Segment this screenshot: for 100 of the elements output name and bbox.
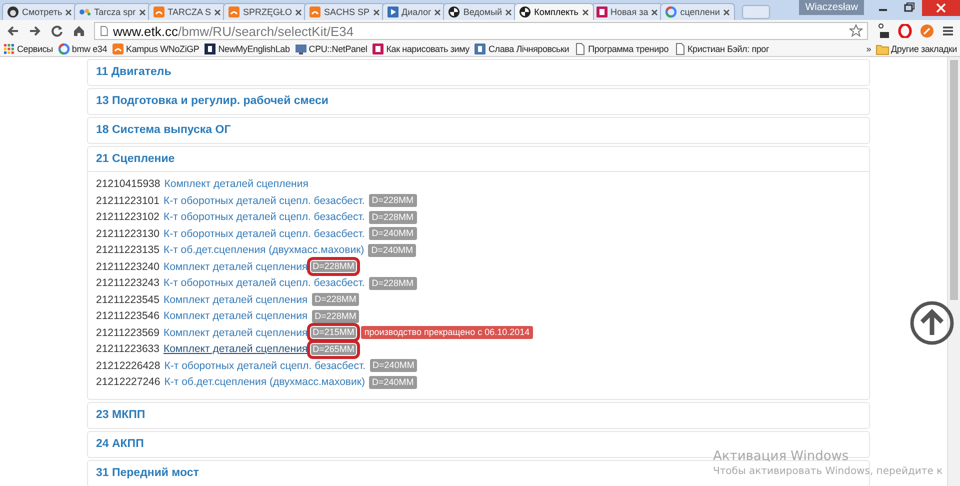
apps-grid-icon — [3, 43, 15, 55]
star-icon[interactable] — [849, 24, 863, 38]
part-number: 21211223102 — [96, 211, 160, 224]
close-icon[interactable] — [65, 8, 72, 16]
part-number: 21211223101 — [96, 194, 160, 207]
scrollbar-thumb[interactable] — [950, 60, 958, 300]
close-icon[interactable] — [372, 8, 380, 16]
discontinued-label: производство прекращено с 06.10.2014 — [361, 326, 533, 340]
section-header[interactable]: 31 Передний мост — [96, 466, 199, 480]
arch-icon — [228, 6, 240, 18]
part-link[interactable]: Комплект деталей сцепления — [163, 310, 308, 322]
browser-tab[interactable]: Новая за — [590, 3, 664, 20]
part-number: 21212227246 — [96, 376, 160, 388]
part-number: 21211223545 — [96, 294, 160, 306]
close-icon[interactable] — [138, 8, 146, 16]
diameter-label: D=215MM — [310, 326, 358, 340]
url-text: www.etk.cc/bmw/RU/search/selectKit/E34 — [113, 24, 354, 38]
section-header[interactable]: 11 Двигатель — [96, 65, 172, 79]
section-header[interactable]: 21 Сцепление — [96, 152, 175, 166]
close-icon[interactable] — [434, 8, 442, 16]
page-icon — [99, 25, 109, 37]
close-icon[interactable] — [505, 8, 512, 16]
diameter-label: D=240MM — [370, 359, 418, 372]
part-link[interactable]: К-т оборотных деталей сцепл. безасбест. — [163, 228, 365, 240]
part-number: 21211223569 — [96, 326, 160, 339]
part-number: 21211223130 — [96, 228, 160, 240]
bookmark[interactable]: Сервисы — [3, 43, 53, 55]
more-bookmarks-button[interactable]: » — [866, 44, 872, 54]
browser-tab[interactable]: Смотреть — [2, 3, 78, 20]
other-bookmarks-folder[interactable]: Другие закладки — [876, 44, 957, 54]
diameter-label: D=240MM — [368, 227, 417, 240]
browser-tab[interactable]: TARCZA S — [148, 3, 226, 20]
bookmark[interactable]: Программа трениро — [574, 43, 669, 55]
arch-icon — [152, 6, 165, 18]
bookmark[interactable]: Кристиан Бэйл: прог — [674, 43, 770, 55]
part-link[interactable]: К-т об.дет.сцепления (двухмасс.маховик) — [163, 244, 364, 256]
close-icon[interactable] — [295, 8, 302, 16]
activation-title: Активация Windows — [713, 449, 850, 464]
bookmark[interactable]: Как нарисовать зиму — [372, 43, 470, 55]
back-icon[interactable] — [6, 24, 20, 38]
part-number: 21211223240 — [96, 260, 160, 273]
diameter-label: D=228MM — [368, 210, 417, 224]
browser-tab[interactable]: Tarcza spr — [74, 3, 151, 20]
part-link[interactable]: К-т об.дет.сцепления (двухмасс.маховик) — [164, 376, 365, 388]
diameter-label: D=228MM — [312, 310, 360, 323]
arch-icon — [309, 6, 322, 18]
browser-tab[interactable]: Ведомый — [443, 3, 518, 20]
close-icon[interactable] — [722, 8, 730, 16]
close-icon[interactable] — [214, 8, 221, 16]
avatar-icon — [7, 6, 19, 18]
reload-icon[interactable] — [50, 24, 64, 38]
part-link[interactable]: Комплект деталей сцепления — [163, 326, 308, 339]
ring-icon — [58, 43, 70, 55]
section-header[interactable]: 13 Подготовка и регулир. рабочей смеси — [96, 94, 328, 108]
menu-icon[interactable] — [942, 25, 954, 37]
diameter-label: D=228MM — [312, 293, 360, 306]
bookmark[interactable]: Kampus WNoZiGP — [112, 43, 200, 55]
part-link[interactable]: Комплект деталей сцепления — [163, 260, 308, 273]
diameter-label: D=240MM — [368, 244, 416, 257]
bookmark[interactable]: bmw e34 — [58, 43, 108, 55]
section-header[interactable]: 18 Система выпуска ОГ — [96, 123, 231, 137]
diameter-label: D=240MM — [368, 376, 417, 389]
part-number: 21211223633 — [96, 343, 160, 356]
part-link[interactable]: К-т оборотных деталей сцепл. безасбест. — [163, 211, 365, 224]
browser-tab[interactable]: Комплекть — [514, 3, 594, 20]
part-number: 21211223546 — [96, 310, 160, 322]
part-link[interactable]: Комплект деталей сцепления — [163, 343, 308, 356]
roundel-icon — [519, 6, 532, 18]
bookmark[interactable]: Слава Лічняровськи — [474, 43, 570, 55]
close-icon[interactable] — [582, 8, 588, 16]
diameter-label: D=228MM — [368, 194, 417, 208]
part-number: 21211223135 — [96, 244, 160, 256]
browser-tab[interactable]: SACHS SP — [304, 3, 385, 20]
scroll-up-icon[interactable] — [910, 301, 954, 345]
diameter-label: D=265MM — [310, 342, 358, 356]
activation-text: Чтобы активировать Windows, перейдите к — [713, 466, 943, 477]
part-number: 21212226428 — [96, 360, 160, 372]
pen-circle-icon[interactable] — [920, 24, 934, 38]
browser-tab[interactable]: сцеплени — [660, 3, 735, 20]
home-icon[interactable] — [72, 24, 86, 38]
close-icon[interactable] — [651, 8, 658, 16]
browser-tab[interactable]: Диалог — [382, 3, 446, 20]
part-number: 21210415938 — [96, 178, 160, 190]
section-header[interactable]: 23 МКПП — [96, 408, 146, 422]
browser-tab[interactable]: SPRZĘGŁO — [223, 3, 308, 20]
part-link[interactable]: К-т оборотных деталей сцепл. безасбест. — [164, 360, 366, 372]
bookmark[interactable]: NewMyEnglishLab — [204, 43, 290, 55]
bookmark[interactable]: CPU::NetPanel — [294, 43, 368, 55]
part-link[interactable]: К-т оборотных деталей сцепл. безасбест. — [163, 194, 365, 207]
forward-icon[interactable] — [28, 24, 42, 38]
diameter-label: D=228MM — [310, 260, 358, 274]
section-header[interactable]: 24 АКПП — [96, 436, 144, 450]
diameter-label: D=228MM — [368, 276, 417, 290]
address-field[interactable]: www.etk.cc/bmw/RU/search/selectKit/E34 — [94, 22, 868, 40]
part-link[interactable]: Комплект деталей сцепления — [164, 178, 308, 190]
part-link[interactable]: К-т оборотных деталей сцепл. безасбест. — [163, 277, 365, 290]
ring-icon — [665, 6, 678, 18]
part-link[interactable]: Комплект деталей сцепления — [163, 294, 308, 306]
square-icon — [596, 6, 608, 18]
roundel-icon — [448, 6, 460, 18]
